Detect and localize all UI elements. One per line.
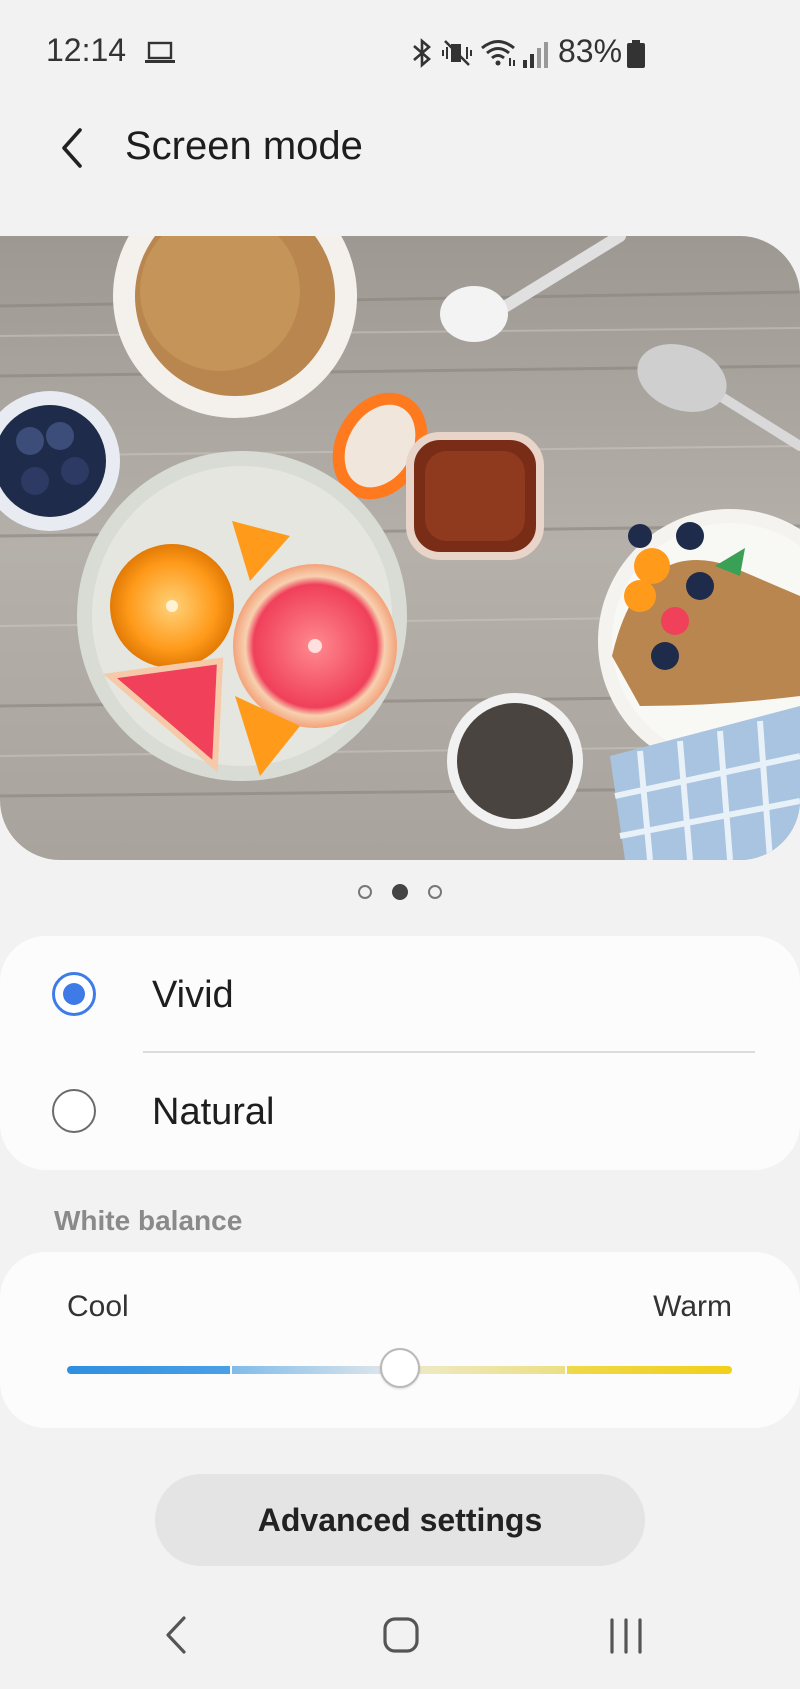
mode-label-natural: Natural (152, 1091, 275, 1133)
white-balance-card: Cool Warm (0, 1252, 800, 1428)
cool-label: Cool (67, 1290, 129, 1323)
mode-option-vivid[interactable]: Vivid (0, 936, 800, 1053)
signal-icon (523, 42, 548, 68)
battery-percent: 83% (558, 33, 623, 69)
bluetooth-icon (413, 38, 431, 68)
mode-label-vivid: Vivid (152, 974, 234, 1016)
status-bar: 12:14 83% (0, 0, 800, 100)
pager-dot-1[interactable] (358, 885, 372, 899)
slider-thumb[interactable] (379, 1348, 420, 1388)
advanced-settings-button[interactable]: Advanced settings (155, 1474, 645, 1566)
mode-option-natural[interactable]: Natural (0, 1053, 800, 1169)
radio-vivid[interactable] (52, 972, 96, 1016)
vibrate-mute-icon (442, 40, 472, 66)
page-title: Screen mode (125, 124, 363, 168)
food-preview-illustration (0, 236, 800, 860)
wifi-icon (481, 40, 515, 66)
warm-label: Warm (653, 1290, 732, 1323)
nav-recents-icon[interactable] (606, 1618, 646, 1654)
laptop-icon (145, 41, 175, 63)
slider-segment-cool-strong (67, 1366, 230, 1374)
nav-back-icon[interactable] (160, 1612, 196, 1658)
radio-natural[interactable] (52, 1089, 96, 1133)
slider-segment-cool-light (232, 1366, 397, 1374)
pager-dot-2[interactable] (392, 884, 408, 900)
slider-segment-warm-light (400, 1366, 565, 1374)
screen-mode-options-card: Vivid Natural (0, 936, 800, 1170)
status-time: 12:14 (46, 32, 127, 68)
pager-dot-3[interactable] (428, 885, 442, 899)
white-balance-section-title: White balance (54, 1205, 243, 1236)
white-balance-slider[interactable] (67, 1348, 732, 1388)
slider-segment-warm-strong (567, 1366, 732, 1374)
back-icon[interactable] (52, 122, 96, 174)
screen-mode-preview-image[interactable] (0, 236, 800, 860)
nav-home-icon[interactable] (382, 1616, 420, 1654)
preview-pager (0, 880, 800, 904)
battery-icon (627, 40, 645, 68)
